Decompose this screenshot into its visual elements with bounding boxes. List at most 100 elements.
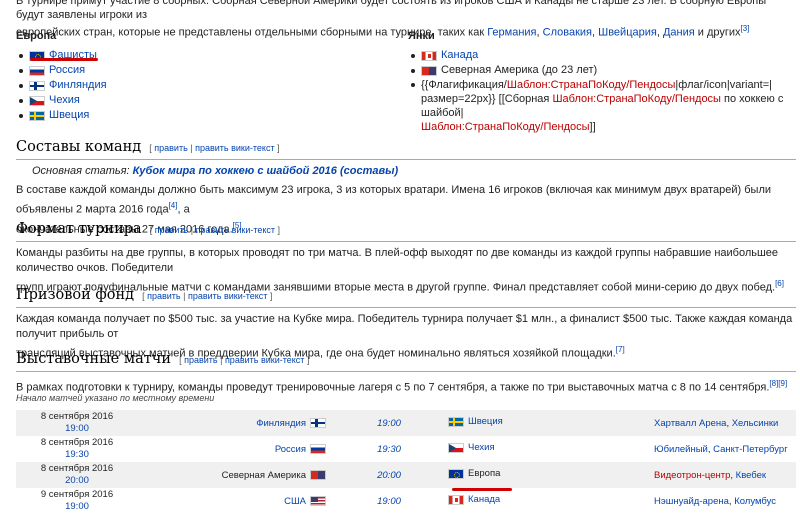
bullet [19, 83, 23, 88]
venue-cell: Видеотрон-центр, Квебек [654, 469, 767, 481]
russia-flag-icon [29, 65, 45, 76]
edit-wikitext-link[interactable]: править вики-текст [195, 143, 274, 153]
red-underline-annotation [30, 58, 98, 61]
bullet [19, 68, 23, 73]
north-america-flag-icon [310, 470, 326, 480]
template-redlink[interactable]: Шаблон:СтранаПоКоду/Пендосы [507, 79, 676, 91]
date-cell: 9 сентября 2016 19:00 [16, 488, 138, 514]
czech-flag-icon [448, 442, 464, 453]
main-article-link[interactable]: Кубок мира по хоккею с шайбой 2016 (сост… [133, 165, 399, 177]
group-europe: Европа Фашисты Россия Финляндия Чехия Шв… [16, 30, 406, 123]
group-item: Россия [16, 63, 406, 78]
edit-link[interactable]: править [154, 143, 188, 153]
edit-link[interactable]: править [147, 291, 181, 301]
eu-flag-icon [448, 468, 464, 479]
venue-cell: Нэшнуайд-арена, Колумбус [654, 495, 777, 507]
north-america-flag-icon [421, 65, 437, 76]
bullet [19, 98, 23, 103]
group-title: Янки [408, 30, 435, 42]
group-item: Канада [408, 48, 798, 63]
team-link[interactable]: Россия [49, 63, 85, 78]
team-link[interactable]: Канада [441, 48, 478, 63]
city-link[interactable]: Санкт-Петербург [713, 444, 788, 455]
group-yankees: Янки Канада Северная Америка (до 23 лет)… [408, 30, 798, 134]
game-time[interactable]: 20:00 [334, 462, 444, 488]
group-item: Чехия [16, 93, 406, 108]
group-item: Северная Америка (до 23 лет) [408, 63, 798, 78]
edit-wikitext-link[interactable]: править вики-текст [225, 355, 304, 365]
bullet [411, 68, 415, 73]
bullet [411, 83, 415, 87]
edit-wikitext-link[interactable]: править вики-текст [188, 291, 267, 301]
arena-link[interactable]: Нэшнуайд-арена [654, 496, 729, 507]
away-cell: Европа [444, 462, 644, 488]
venue-cell: Юбилейный, Санкт-Петербург [654, 443, 788, 455]
local-time-note: Начало матчей указано по местному времен… [16, 393, 215, 403]
sweden-flag-icon [448, 416, 464, 427]
local-time-link[interactable]: 19:30 [16, 449, 138, 461]
bullet [411, 53, 415, 58]
edit-link[interactable]: править [184, 355, 218, 365]
away-team-link[interactable]: Канада [468, 494, 500, 505]
group-item: {{Флагификация/Шаблон:СтранаПоКоду/Пендо… [408, 78, 798, 134]
section-exhibition: Выставочные матчи[ править | править вик… [16, 350, 796, 396]
template-redlink[interactable]: Шаблон:СтранаПоКоду/Пендосы [421, 121, 590, 133]
away-team-link[interactable]: Швеция [468, 416, 503, 427]
team-link[interactable]: Швеция [49, 108, 89, 123]
table-row: 9 сентября 2016 19:00 США 19:00 Канада Нэ… [16, 488, 796, 514]
section-heading: Выставочные матчи[ править | править вик… [16, 350, 796, 372]
section-heading: Призовой фонд[ править | править вики-те… [16, 286, 796, 308]
local-time-link[interactable]: 19:00 [16, 501, 138, 513]
edit-links: [ править | править вики-текст ] [149, 143, 280, 153]
edit-link[interactable]: править [155, 225, 189, 235]
city-link[interactable]: Хельсинки [732, 418, 779, 429]
team-label: Северная Америка (до 23 лет) [441, 64, 598, 76]
sweden-flag-icon [29, 110, 45, 121]
date-cell: 8 сентября 2016 20:00 [16, 462, 138, 488]
home-team-link[interactable]: Финляндия [256, 418, 306, 429]
ref-8-9[interactable]: [8][9] [769, 379, 787, 388]
intro-line-1: В турнире примут участие 8 сборных. Сбор… [16, 0, 767, 21]
home-cell: США [138, 488, 334, 514]
local-time-link[interactable]: 20:00 [16, 475, 138, 487]
russia-flag-icon [310, 444, 326, 454]
canada-flag-icon [448, 494, 464, 505]
finland-flag-icon [310, 418, 326, 428]
game-time[interactable]: 19:00 [334, 410, 444, 436]
usa-flag-icon [310, 496, 326, 506]
template-redlink[interactable]: Шаблон:СтранаПоКоду/Пендосы [552, 93, 721, 105]
section-format: Формат турнира[ править | править вики-т… [16, 220, 796, 296]
edit-links: [ править | править вики-текст ] [179, 355, 310, 365]
edit-links: [ править | править вики-текст ] [149, 225, 281, 235]
game-time[interactable]: 19:00 [334, 488, 444, 514]
edit-links: [ править | править вики-текст ] [142, 291, 273, 301]
date-cell: 8 сентября 2016 19:00 [16, 410, 138, 436]
city-link[interactable]: Квебек [736, 470, 766, 481]
away-team-link[interactable]: Чехия [468, 442, 495, 453]
arena-redlink[interactable]: Видеотрон-центр [654, 470, 730, 481]
city-link[interactable]: Колумбус [734, 496, 776, 507]
home-team-link[interactable]: США [284, 496, 306, 507]
czech-flag-icon [29, 95, 45, 106]
section-heading: Формат турнира[ править | править вики-т… [16, 220, 796, 242]
team-link[interactable]: Финляндия [49, 78, 107, 93]
arena-link[interactable]: Юбилейный [654, 444, 708, 455]
venue-cell: Хартвалл Арена, Хельсинки [654, 417, 779, 429]
team-link[interactable]: Чехия [49, 93, 80, 108]
local-time-link[interactable]: 19:00 [16, 423, 138, 435]
home-team-label: Северная Америка [221, 469, 306, 481]
table-row: 8 сентября 2016 19:30 Россия 19:30 Чехия … [16, 436, 796, 462]
home-cell: Россия [138, 436, 334, 462]
canada-flag-icon [421, 50, 437, 61]
group-title: Европа [16, 30, 57, 42]
date-cell: 8 сентября 2016 19:30 [16, 436, 138, 462]
home-cell: Северная Америка [138, 462, 334, 488]
home-team-link[interactable]: Россия [275, 444, 306, 455]
table-row: 8 сентября 2016 19:00 Финляндия 19:00 Шве… [16, 410, 796, 436]
arena-link[interactable]: Хартвалл Арена [654, 418, 726, 429]
finland-flag-icon [29, 80, 45, 91]
game-time[interactable]: 19:30 [334, 436, 444, 462]
group-item: Финляндия [16, 78, 406, 93]
template-text: {{Флагификация/Шаблон:СтранаПоКоду/Пендо… [421, 79, 784, 133]
edit-wikitext-link[interactable]: править вики-текст [196, 225, 275, 235]
